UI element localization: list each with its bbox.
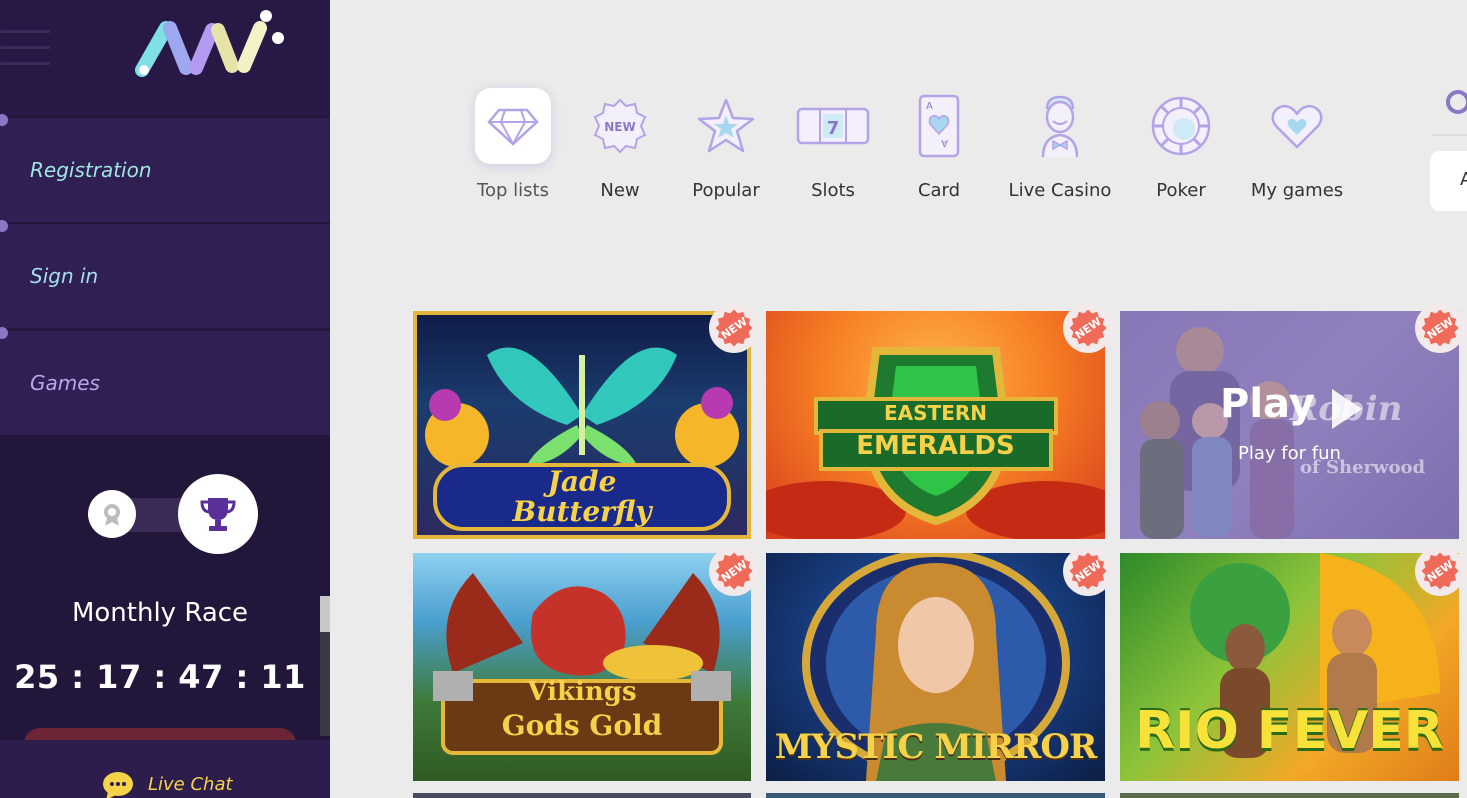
live-chat-label: Live Chat bbox=[148, 774, 233, 795]
svg-text:NEW: NEW bbox=[604, 120, 635, 134]
game-tile-vikings-gods-gold[interactable]: Vikings Gods Gold bbox=[413, 553, 751, 781]
game-title: Gods Gold bbox=[501, 709, 663, 742]
tab-label: My games bbox=[1250, 180, 1344, 201]
bullet-dot bbox=[0, 114, 8, 126]
sidebar-header bbox=[0, 0, 330, 116]
new-badge: NEW bbox=[708, 545, 760, 597]
sidebar: Registration Sign in Games Monthly Race … bbox=[0, 0, 330, 798]
game-thumbnail: EASTERN EMERALDS bbox=[766, 311, 1105, 539]
search-icon[interactable] bbox=[1440, 86, 1467, 120]
game-title: Jade bbox=[547, 465, 617, 498]
new-badge: NEW bbox=[1062, 302, 1114, 354]
game-title: Vikings bbox=[527, 677, 637, 707]
tab-poker[interactable]: Poker bbox=[1126, 86, 1236, 216]
sidebar-item-registration[interactable]: Registration bbox=[0, 114, 330, 222]
tab-label: New bbox=[600, 180, 640, 201]
live-chat-button[interactable]: Live Chat bbox=[0, 740, 330, 798]
game-tile-eastern-emeralds[interactable]: EASTERN EMERALDS bbox=[766, 311, 1105, 539]
tab-label: Card bbox=[917, 180, 961, 201]
game-tile-robin-of-sherwood[interactable]: Play Play for fun Robin of Sherwood bbox=[1120, 311, 1459, 539]
sidebar-item-label: Games bbox=[30, 371, 100, 395]
brand-logo[interactable] bbox=[132, 8, 292, 80]
slot-machine-icon: 7 bbox=[795, 88, 871, 164]
dealer-icon bbox=[1022, 88, 1098, 164]
sidebar-item-games[interactable]: Games bbox=[0, 327, 330, 435]
new-badge: NEW bbox=[1062, 545, 1114, 597]
game-thumbnail: Vikings Gods Gold bbox=[413, 553, 751, 781]
sidebar-item-sign-in[interactable]: Sign in bbox=[0, 220, 330, 328]
bullet-dot bbox=[0, 327, 8, 339]
monthly-race-panel: Monthly Race 25 : 17 : 47 : 11 bbox=[0, 436, 330, 758]
tab-card[interactable]: A A Card bbox=[884, 86, 994, 216]
game-tile-peek[interactable] bbox=[413, 793, 751, 798]
race-toggle[interactable] bbox=[88, 474, 258, 554]
svg-text:A: A bbox=[941, 137, 948, 148]
game-title: RIO FEVER bbox=[1135, 701, 1444, 761]
game-title: Robin bbox=[1290, 389, 1403, 429]
game-tile-peek[interactable] bbox=[1120, 793, 1459, 798]
sidebar-item-label: Registration bbox=[30, 158, 152, 182]
game-title: MYSTIC MIRROR bbox=[774, 727, 1098, 767]
bullet-dot bbox=[0, 220, 8, 232]
diamond-icon bbox=[475, 88, 551, 164]
star-icon bbox=[688, 88, 764, 164]
new-badge: NEW bbox=[708, 302, 760, 354]
poker-chip-icon bbox=[1143, 88, 1219, 164]
race-title: Monthly Race bbox=[71, 598, 249, 628]
game-tile-peek[interactable] bbox=[766, 793, 1105, 798]
search-input[interactable]: A bbox=[1430, 151, 1467, 211]
game-tile-mystic-mirror[interactable]: MYSTIC MIRROR bbox=[766, 553, 1105, 781]
playing-card-icon: A A bbox=[901, 88, 977, 164]
menu-icon[interactable] bbox=[0, 28, 52, 70]
chat-bubble-icon bbox=[103, 772, 133, 798]
game-thumbnail: MYSTIC MIRROR bbox=[766, 553, 1105, 781]
sidebar-item-label: Sign in bbox=[30, 264, 99, 288]
tab-slots[interactable]: 7 Slots bbox=[778, 86, 888, 216]
svg-text:A: A bbox=[926, 101, 933, 112]
tab-new[interactable]: NEW New bbox=[565, 86, 675, 216]
game-title: Butterfly bbox=[512, 495, 652, 528]
tab-label: Top lists bbox=[477, 180, 549, 201]
heart-icon bbox=[1259, 88, 1335, 164]
tab-label: Slots bbox=[811, 180, 855, 201]
tab-popular[interactable]: Popular bbox=[671, 86, 781, 216]
new-badge-icon: NEW bbox=[582, 88, 658, 164]
game-thumbnail: Jade Butterfly bbox=[413, 311, 751, 539]
tab-label: Poker bbox=[1156, 180, 1206, 201]
game-tile-rio-fever[interactable]: RIO FEVER bbox=[1120, 553, 1459, 781]
medal-icon[interactable] bbox=[88, 490, 136, 538]
svg-text:7: 7 bbox=[827, 118, 840, 139]
tab-label: Live Casino bbox=[1008, 180, 1112, 201]
game-tile-jade-butterfly[interactable]: Jade Butterfly bbox=[413, 311, 751, 539]
game-thumbnail: Play Play for fun Robin of Sherwood bbox=[1120, 311, 1459, 539]
trophy-icon[interactable] bbox=[178, 474, 258, 554]
game-title: EASTERN bbox=[884, 401, 987, 425]
tab-my-games[interactable]: My games bbox=[1237, 86, 1357, 216]
tab-label: Popular bbox=[692, 180, 760, 201]
tab-live-casino[interactable]: Live Casino bbox=[1000, 86, 1120, 216]
new-badge: NEW bbox=[1414, 545, 1466, 597]
tab-top-lists[interactable]: Top lists bbox=[458, 86, 568, 216]
game-title: of Sherwood bbox=[1300, 457, 1426, 478]
sidebar-scrollbar[interactable] bbox=[320, 596, 330, 736]
new-badge: NEW bbox=[1414, 302, 1466, 354]
search-input-text: A bbox=[1460, 169, 1467, 190]
divider bbox=[1432, 134, 1467, 136]
game-thumbnail: RIO FEVER bbox=[1120, 553, 1459, 781]
game-title: EMERALDS bbox=[856, 431, 1015, 461]
race-countdown: 25 : 17 : 47 : 11 bbox=[14, 658, 306, 696]
